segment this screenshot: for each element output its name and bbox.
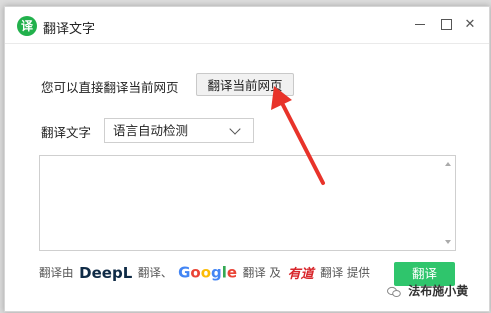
wechat-icon [387, 286, 401, 297]
provider-credits: 翻译由 DeepL 翻译、 Google 翻译 及 有道 翻译 提供 [39, 263, 370, 283]
title-bar: 译 翻译文字 ✕ [5, 7, 489, 44]
translate-text-label: 翻译文字 [41, 125, 92, 140]
scroll-up-icon[interactable] [445, 162, 451, 166]
translate-page-button[interactable]: 翻译当前网页 [196, 73, 294, 96]
maximize-button[interactable] [435, 15, 457, 35]
minimize-icon [415, 24, 425, 25]
credits-prefix: 翻译由 [39, 265, 74, 280]
watermark: 法布施小黄 [387, 282, 468, 299]
close-button[interactable]: ✕ [459, 15, 481, 35]
credits-and: 及 [269, 265, 281, 280]
translate-page-label: 您可以直接翻译当前网页 [41, 80, 179, 95]
minimize-button[interactable] [409, 15, 431, 35]
chevron-down-icon [229, 123, 241, 135]
maximize-icon [440, 19, 452, 30]
google-suffix: 翻译 [242, 265, 266, 280]
close-icon: ✕ [464, 17, 476, 32]
google-logo: Google [178, 263, 238, 282]
deepl-suffix: 翻译、 [137, 265, 173, 280]
credits-suffix: 提供 [346, 265, 370, 280]
youdao-suffix: 翻译 [320, 265, 344, 280]
scroll-down-icon[interactable] [445, 240, 451, 244]
youdao-logo: 有道 [287, 267, 314, 282]
language-select[interactable]: 语言自动检测 [104, 118, 254, 143]
language-select-value: 语言自动检测 [113, 123, 189, 138]
watermark-text: 法布施小黄 [408, 284, 469, 298]
app-icon: 译 [17, 16, 37, 36]
window-title: 翻译文字 [43, 22, 96, 37]
deepl-logo: DeepL [79, 263, 133, 282]
text-input-area[interactable] [39, 155, 456, 251]
